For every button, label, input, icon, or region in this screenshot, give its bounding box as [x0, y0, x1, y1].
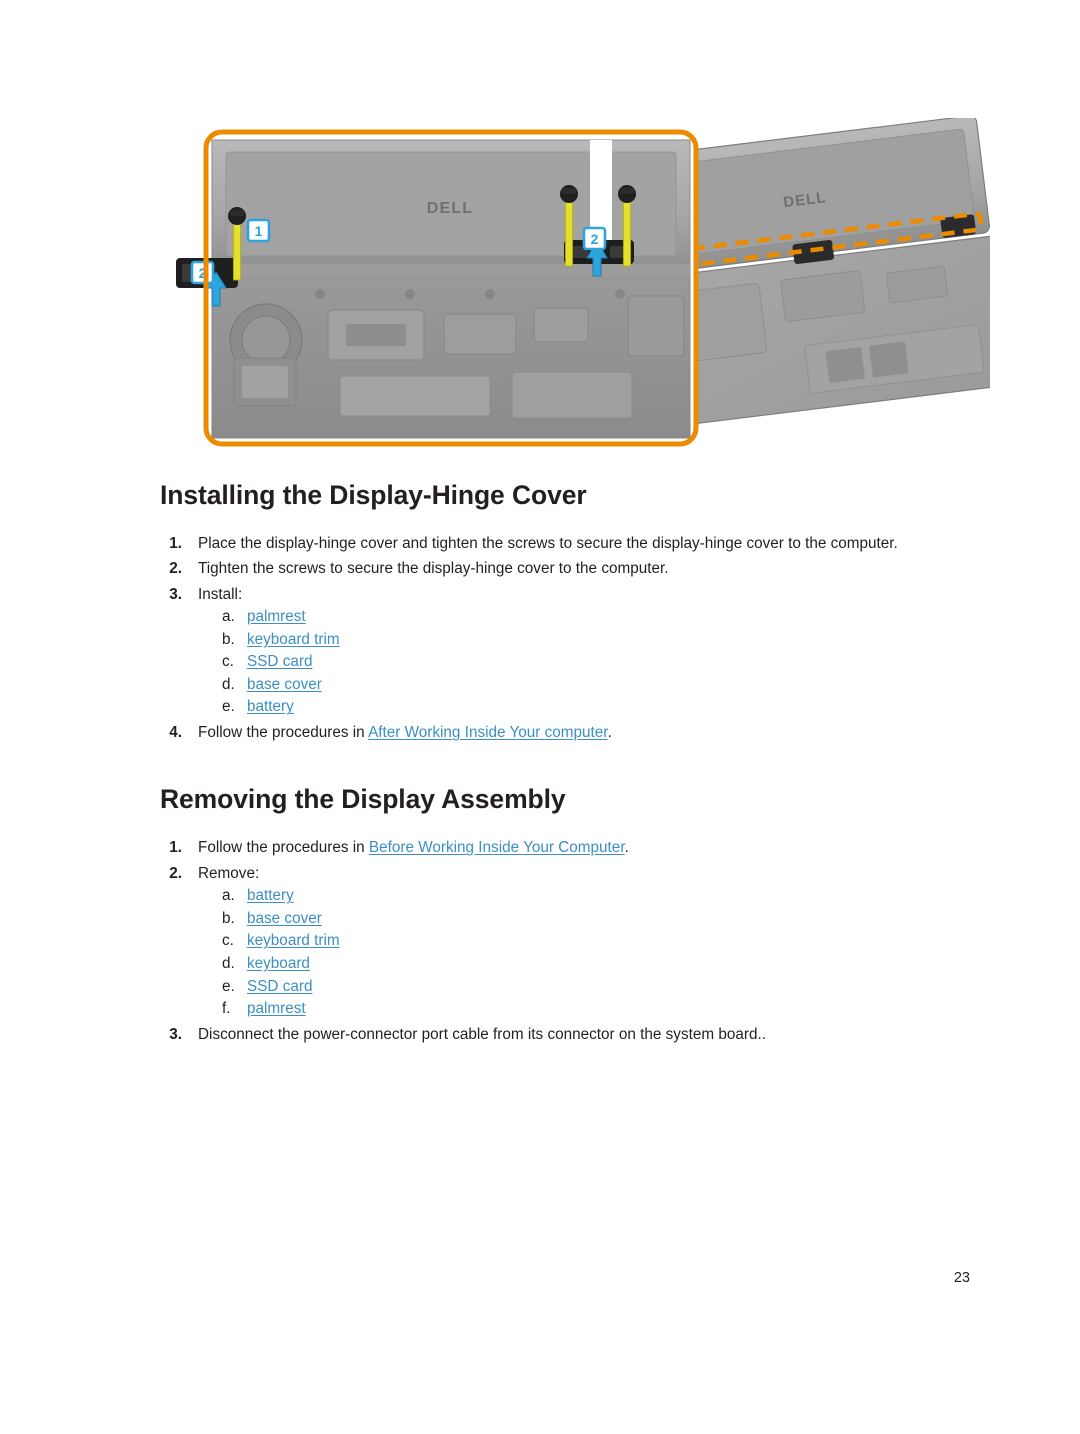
callout-2-left: 2 — [190, 260, 215, 285]
sub-step-letter: d. — [222, 675, 235, 693]
step-item: 1. Follow the procedures in Before Worki… — [160, 837, 960, 859]
exploded-view-illustration: DELL DELL 1 2 2 — [176, 118, 990, 447]
link-keyboard-trim[interactable]: keyboard trim — [247, 932, 340, 949]
step-number: 2. — [169, 560, 182, 578]
sub-step-item: b. base cover — [222, 908, 960, 931]
step-text-suffix: . — [624, 839, 629, 857]
sub-step-item: e. SSD card — [222, 976, 960, 999]
link-base-cover[interactable]: base cover — [247, 910, 322, 927]
sub-step-letter: e. — [222, 977, 235, 995]
sub-step-item: a. palmrest — [222, 606, 960, 629]
step-number: 3. — [169, 585, 182, 603]
link-ssd-card[interactable]: SSD card — [247, 978, 312, 995]
sub-step-letter: f. — [222, 1000, 231, 1018]
step-item: 2. Tighten the screws to secure the disp… — [160, 558, 960, 580]
step-item: 3. Install: a. palmrest b. keyboard trim… — [160, 584, 960, 719]
sub-step-item: c. keyboard trim — [222, 930, 960, 953]
link-base-cover[interactable]: base cover — [247, 676, 322, 693]
sub-step-item: c. SSD card — [222, 651, 960, 674]
svg-text:2: 2 — [591, 231, 599, 247]
step-text: Remove: — [198, 864, 260, 882]
sub-step-letter: b. — [222, 909, 235, 927]
link-keyboard[interactable]: keyboard — [247, 955, 310, 972]
step-text: Place the display-hinge cover and tighte… — [198, 535, 898, 552]
document-body: Installing the Display-Hinge Cover 1. Pl… — [160, 480, 960, 1049]
sub-step-letter: a. — [222, 607, 235, 625]
step-number: 3. — [169, 1025, 182, 1043]
step-text: Disconnect the power-connector port cabl… — [198, 1025, 766, 1043]
step-item: 4. Follow the procedures in After Workin… — [160, 722, 960, 744]
step-text: Tighten the screws to secure the display… — [198, 560, 669, 578]
sub-step-letter: c. — [222, 653, 234, 671]
sub-step-letter: d. — [222, 954, 235, 972]
step-number: 2. — [169, 864, 182, 882]
link-battery[interactable]: battery — [247, 698, 294, 715]
sub-step-item: f. palmrest — [222, 998, 960, 1021]
callout-1: 1 — [246, 218, 271, 243]
svg-text:1: 1 — [255, 223, 263, 239]
figure-display-hinge-cover: DELL DELL 1 2 2 — [160, 118, 990, 473]
link-battery[interactable]: battery — [247, 887, 294, 904]
link-palmrest[interactable]: palmrest — [247, 1000, 306, 1017]
link-keyboard-trim[interactable]: keyboard trim — [247, 631, 340, 648]
steps-installing: 1. Place the display-hinge cover and tig… — [160, 533, 960, 744]
sub-step-letter: b. — [222, 630, 235, 648]
link-before-working-inside[interactable]: Before Working Inside Your Computer — [369, 839, 625, 856]
svg-text:DELL: DELL — [427, 200, 474, 217]
step-text-prefix: Follow the procedures in — [198, 839, 369, 857]
primary-highlighted-view: DELL 1 2 2 — [176, 129, 699, 447]
sub-step-letter: e. — [222, 698, 235, 716]
link-after-working-inside[interactable]: After Working Inside Your computer — [368, 724, 608, 741]
step-number: 1. — [169, 535, 182, 552]
link-ssd-card[interactable]: SSD card — [247, 653, 312, 670]
step-item: 2. Remove: a. battery b. base cover c. k… — [160, 863, 960, 1021]
document-page: DELL DELL 1 2 2 Installing the Display-H… — [0, 0, 1080, 1434]
step-number: 4. — [169, 724, 182, 742]
callout-2-right: 2 — [582, 226, 607, 251]
sub-step-item: e. battery — [222, 696, 960, 719]
sub-step-item: d. base cover — [222, 674, 960, 697]
step-text-suffix: . — [607, 724, 612, 742]
sub-step-letter: a. — [222, 887, 235, 905]
sub-step-item: b. keyboard trim — [222, 629, 960, 652]
section-title-removing: Removing the Display Assembly — [160, 784, 566, 815]
sub-step-item: a. battery — [222, 885, 960, 908]
steps-removing: 1. Follow the procedures in Before Worki… — [160, 837, 960, 1046]
step-text-prefix: Follow the procedures in — [198, 724, 369, 742]
step-item: 3. Disconnect the power-connector port c… — [160, 1024, 960, 1046]
link-palmrest[interactable]: palmrest — [247, 608, 306, 625]
sub-steps-remove: a. battery b. base cover c. keyboard tri… — [198, 885, 960, 1021]
section-title-installing: Installing the Display-Hinge Cover — [160, 480, 587, 510]
sub-step-letter: c. — [222, 932, 234, 950]
page-number: 23 — [953, 1270, 970, 1286]
step-text: Install: — [198, 585, 243, 603]
sub-steps-install: a. palmrest b. keyboard trim c. SSD card… — [198, 606, 960, 719]
step-item: 1. Place the display-hinge cover and tig… — [160, 533, 960, 555]
step-number: 1. — [169, 839, 182, 857]
sub-step-item: d. keyboard — [222, 953, 960, 976]
